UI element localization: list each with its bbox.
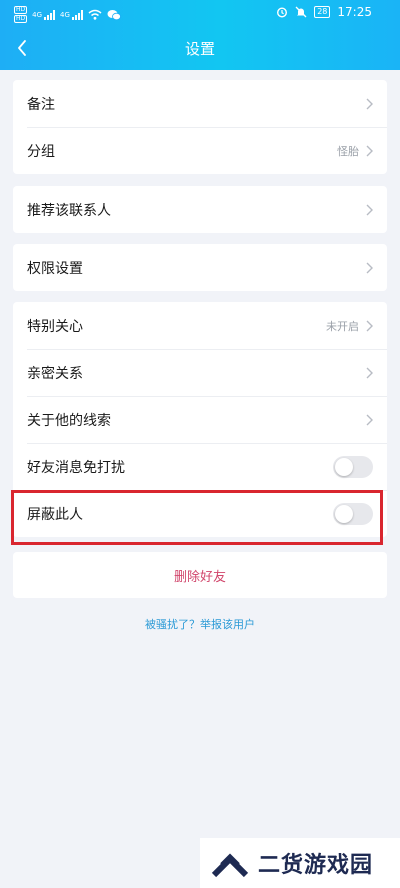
- watermark: 二货游戏园: [200, 838, 400, 888]
- alarm-icon: [277, 7, 288, 18]
- chevron-right-icon: [363, 261, 373, 275]
- sim2-badge: HD: [14, 15, 28, 23]
- network-type-2: 4G: [60, 10, 70, 19]
- row-label: 特别关心: [27, 318, 83, 335]
- chevron-right-icon: [363, 319, 373, 333]
- row-remark[interactable]: 备注: [13, 80, 387, 127]
- chevron-right-icon: [363, 203, 373, 217]
- row-intimate-relationship[interactable]: 亲密关系: [13, 349, 387, 396]
- row-group[interactable]: 分组 怪胎: [13, 127, 387, 174]
- chevron-right-icon: [363, 413, 373, 427]
- row-special-care[interactable]: 特别关心 未开启: [13, 302, 387, 349]
- special-care-status: 未开启: [326, 319, 359, 333]
- row-recommend-contact[interactable]: 推荐该联系人: [13, 186, 387, 233]
- header: HD HD 4G 4G 28 17:25 设置: [0, 0, 400, 70]
- toggle-knob: [335, 504, 353, 523]
- row-clues-about-him[interactable]: 关于他的线索: [13, 396, 387, 443]
- sim1-badge: HD: [14, 6, 28, 14]
- row-label: 亲密关系: [27, 365, 83, 382]
- mute-icon: [295, 6, 307, 18]
- status-bar-left: HD HD 4G 4G: [14, 6, 121, 23]
- row-permission-settings[interactable]: 权限设置: [13, 244, 387, 291]
- signal-icon-1: [44, 9, 56, 20]
- settings-card-permission: 权限设置: [13, 244, 387, 291]
- settings-card-remarks: 备注 分组 怪胎: [13, 80, 387, 174]
- row-label: 分组: [27, 143, 55, 160]
- battery-icon: 28: [314, 6, 331, 18]
- watermark-text: 二货游戏园: [258, 853, 374, 878]
- page-title: 设置: [184, 40, 215, 58]
- settings-card-recommend: 推荐该联系人: [13, 186, 387, 233]
- chevron-right-icon: [363, 97, 373, 111]
- row-label: 好友消息免打扰: [27, 459, 125, 476]
- signal-icon-2: [71, 9, 83, 20]
- row-label: 推荐该联系人: [27, 202, 111, 219]
- chevron-right-icon: [363, 144, 373, 158]
- row-label: 备注: [27, 96, 55, 113]
- status-bar: HD HD 4G 4G 28 17:25: [0, 0, 400, 28]
- row-label: 权限设置: [27, 260, 83, 277]
- chevron-left-icon: [18, 40, 26, 56]
- settings-card-relationship: 特别关心 未开启 亲密关系 关于他的线索 好友消息免打扰 屏蔽此人: [13, 302, 387, 537]
- status-bar-right: 28 17:25: [276, 5, 372, 19]
- watermark-logo-icon: [211, 853, 249, 878]
- row-label: 屏蔽此人: [27, 506, 83, 523]
- wechat-icon: [107, 9, 121, 20]
- row-mute-messages: 好友消息免打扰: [13, 443, 387, 490]
- block-person-toggle[interactable]: [333, 502, 373, 525]
- row-block-person: 屏蔽此人: [13, 490, 387, 537]
- mute-messages-toggle[interactable]: [333, 455, 373, 478]
- group-value: 怪胎: [337, 144, 359, 158]
- delete-friend-button[interactable]: 删除好友: [13, 552, 387, 598]
- nav-bar: 设置: [0, 30, 400, 68]
- toggle-knob: [335, 457, 353, 476]
- network-type-1: 4G: [32, 10, 43, 19]
- report-user-link[interactable]: 被骚扰了？举报该用户: [0, 616, 400, 632]
- chevron-right-icon: [363, 366, 373, 380]
- sim-indicators: HD HD: [14, 6, 28, 23]
- row-label: 关于他的线索: [27, 412, 111, 429]
- status-time: 17:25: [337, 5, 372, 19]
- back-button[interactable]: [12, 36, 32, 60]
- wifi-icon: [88, 9, 102, 20]
